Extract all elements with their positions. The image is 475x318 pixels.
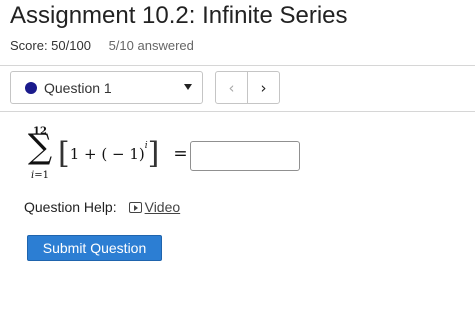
open-bracket: [: [58, 136, 70, 171]
next-question-button[interactable]: ›: [247, 71, 280, 104]
answered-count: 5/10 answered: [108, 38, 194, 53]
answer-input[interactable]: [190, 141, 300, 171]
chevron-down-icon: [184, 84, 192, 90]
close-bracket: ]: [147, 136, 160, 171]
summand-exponent: i: [144, 141, 148, 151]
score-text: Score: 50/100: [10, 38, 91, 53]
question-select-label: Question 1: [44, 79, 112, 96]
summand-body: 1 + ( − 1): [69, 145, 145, 163]
summand: [ 1 + ( − 1) i ] =: [58, 137, 188, 171]
divider: [0, 111, 475, 112]
summation: 12 ∑ i=1: [22, 124, 58, 188]
question-help-label: Question Help:: [24, 199, 117, 215]
chevron-right-icon: ›: [260, 78, 267, 97]
video-link-label: Video: [144, 199, 181, 215]
question-select[interactable]: Question 1: [10, 71, 203, 104]
divider: [0, 65, 475, 66]
previous-question-button[interactable]: ‹: [215, 71, 248, 104]
video-icon: [128, 201, 142, 213]
sigma-symbol: ∑: [27, 127, 53, 167]
equals-sign: =: [173, 144, 188, 164]
video-help-link[interactable]: Video: [128, 199, 181, 215]
score-line: Score: 50/100 5/10 answered: [10, 38, 194, 53]
chevron-left-icon: ‹: [228, 78, 235, 97]
question-status-dot: [25, 81, 37, 94]
question-help: Question Help: Video: [24, 199, 180, 215]
sum-lower-limit: i=1: [31, 170, 49, 181]
page-title: Assignment 10.2: Infinite Series: [10, 2, 348, 29]
submit-question-button[interactable]: Submit Question: [27, 235, 162, 261]
